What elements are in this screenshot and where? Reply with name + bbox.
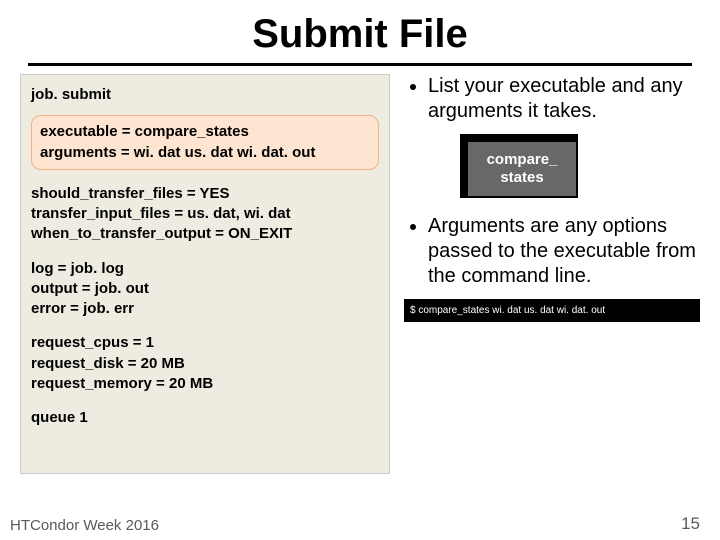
executable-box-wrap: compare_ states: [460, 134, 700, 198]
footer-left: HTCondor Week 2016: [10, 517, 159, 534]
executable-box: compare_ states: [460, 134, 578, 198]
right-column: List your executable and any arguments i…: [390, 74, 700, 474]
slide: Submit File job. submit executable = com…: [0, 0, 720, 540]
slide-title: Submit File: [0, 0, 720, 63]
log-block: log = job. log output = job. out error =…: [31, 259, 379, 320]
request-cpus-line: request_cpus = 1: [31, 333, 379, 353]
bullet-1: List your executable and any arguments i…: [428, 74, 700, 124]
bullet-list: List your executable and any arguments i…: [404, 74, 700, 124]
request-memory-line: request_memory = 20 MB: [31, 374, 379, 394]
bullet-2: Arguments are any options passed to the …: [428, 214, 700, 289]
transfer-line-2: transfer_input_files = us. dat, wi. dat: [31, 204, 379, 224]
executable-box-label: compare_ states: [487, 151, 558, 187]
transfer-line-1: should_transfer_files = YES: [31, 184, 379, 204]
queue-line: queue 1: [31, 408, 379, 428]
executable-line: executable = compare_states: [40, 122, 370, 142]
output-line: output = job. out: [31, 279, 379, 299]
request-disk-line: request_disk = 20 MB: [31, 354, 379, 374]
title-rule: [28, 63, 692, 66]
bullet-list-2: Arguments are any options passed to the …: [404, 214, 700, 289]
submit-file-panel: job. submit executable = compare_states …: [20, 74, 390, 474]
exec-args-box: executable = compare_states arguments = …: [31, 115, 379, 170]
transfer-line-3: when_to_transfer_output = ON_EXIT: [31, 224, 379, 244]
error-line: error = job. err: [31, 299, 379, 319]
file-header: job. submit: [31, 85, 379, 105]
slide-number: 15: [681, 514, 700, 534]
log-line: log = job. log: [31, 259, 379, 279]
command-line-example: $ compare_states wi. dat us. dat wi. dat…: [404, 299, 700, 322]
content-row: job. submit executable = compare_states …: [0, 74, 720, 474]
arguments-line: arguments = wi. dat us. dat wi. dat. out: [40, 143, 370, 163]
transfer-block: should_transfer_files = YES transfer_inp…: [31, 184, 379, 245]
request-block: request_cpus = 1 request_disk = 20 MB re…: [31, 333, 379, 394]
